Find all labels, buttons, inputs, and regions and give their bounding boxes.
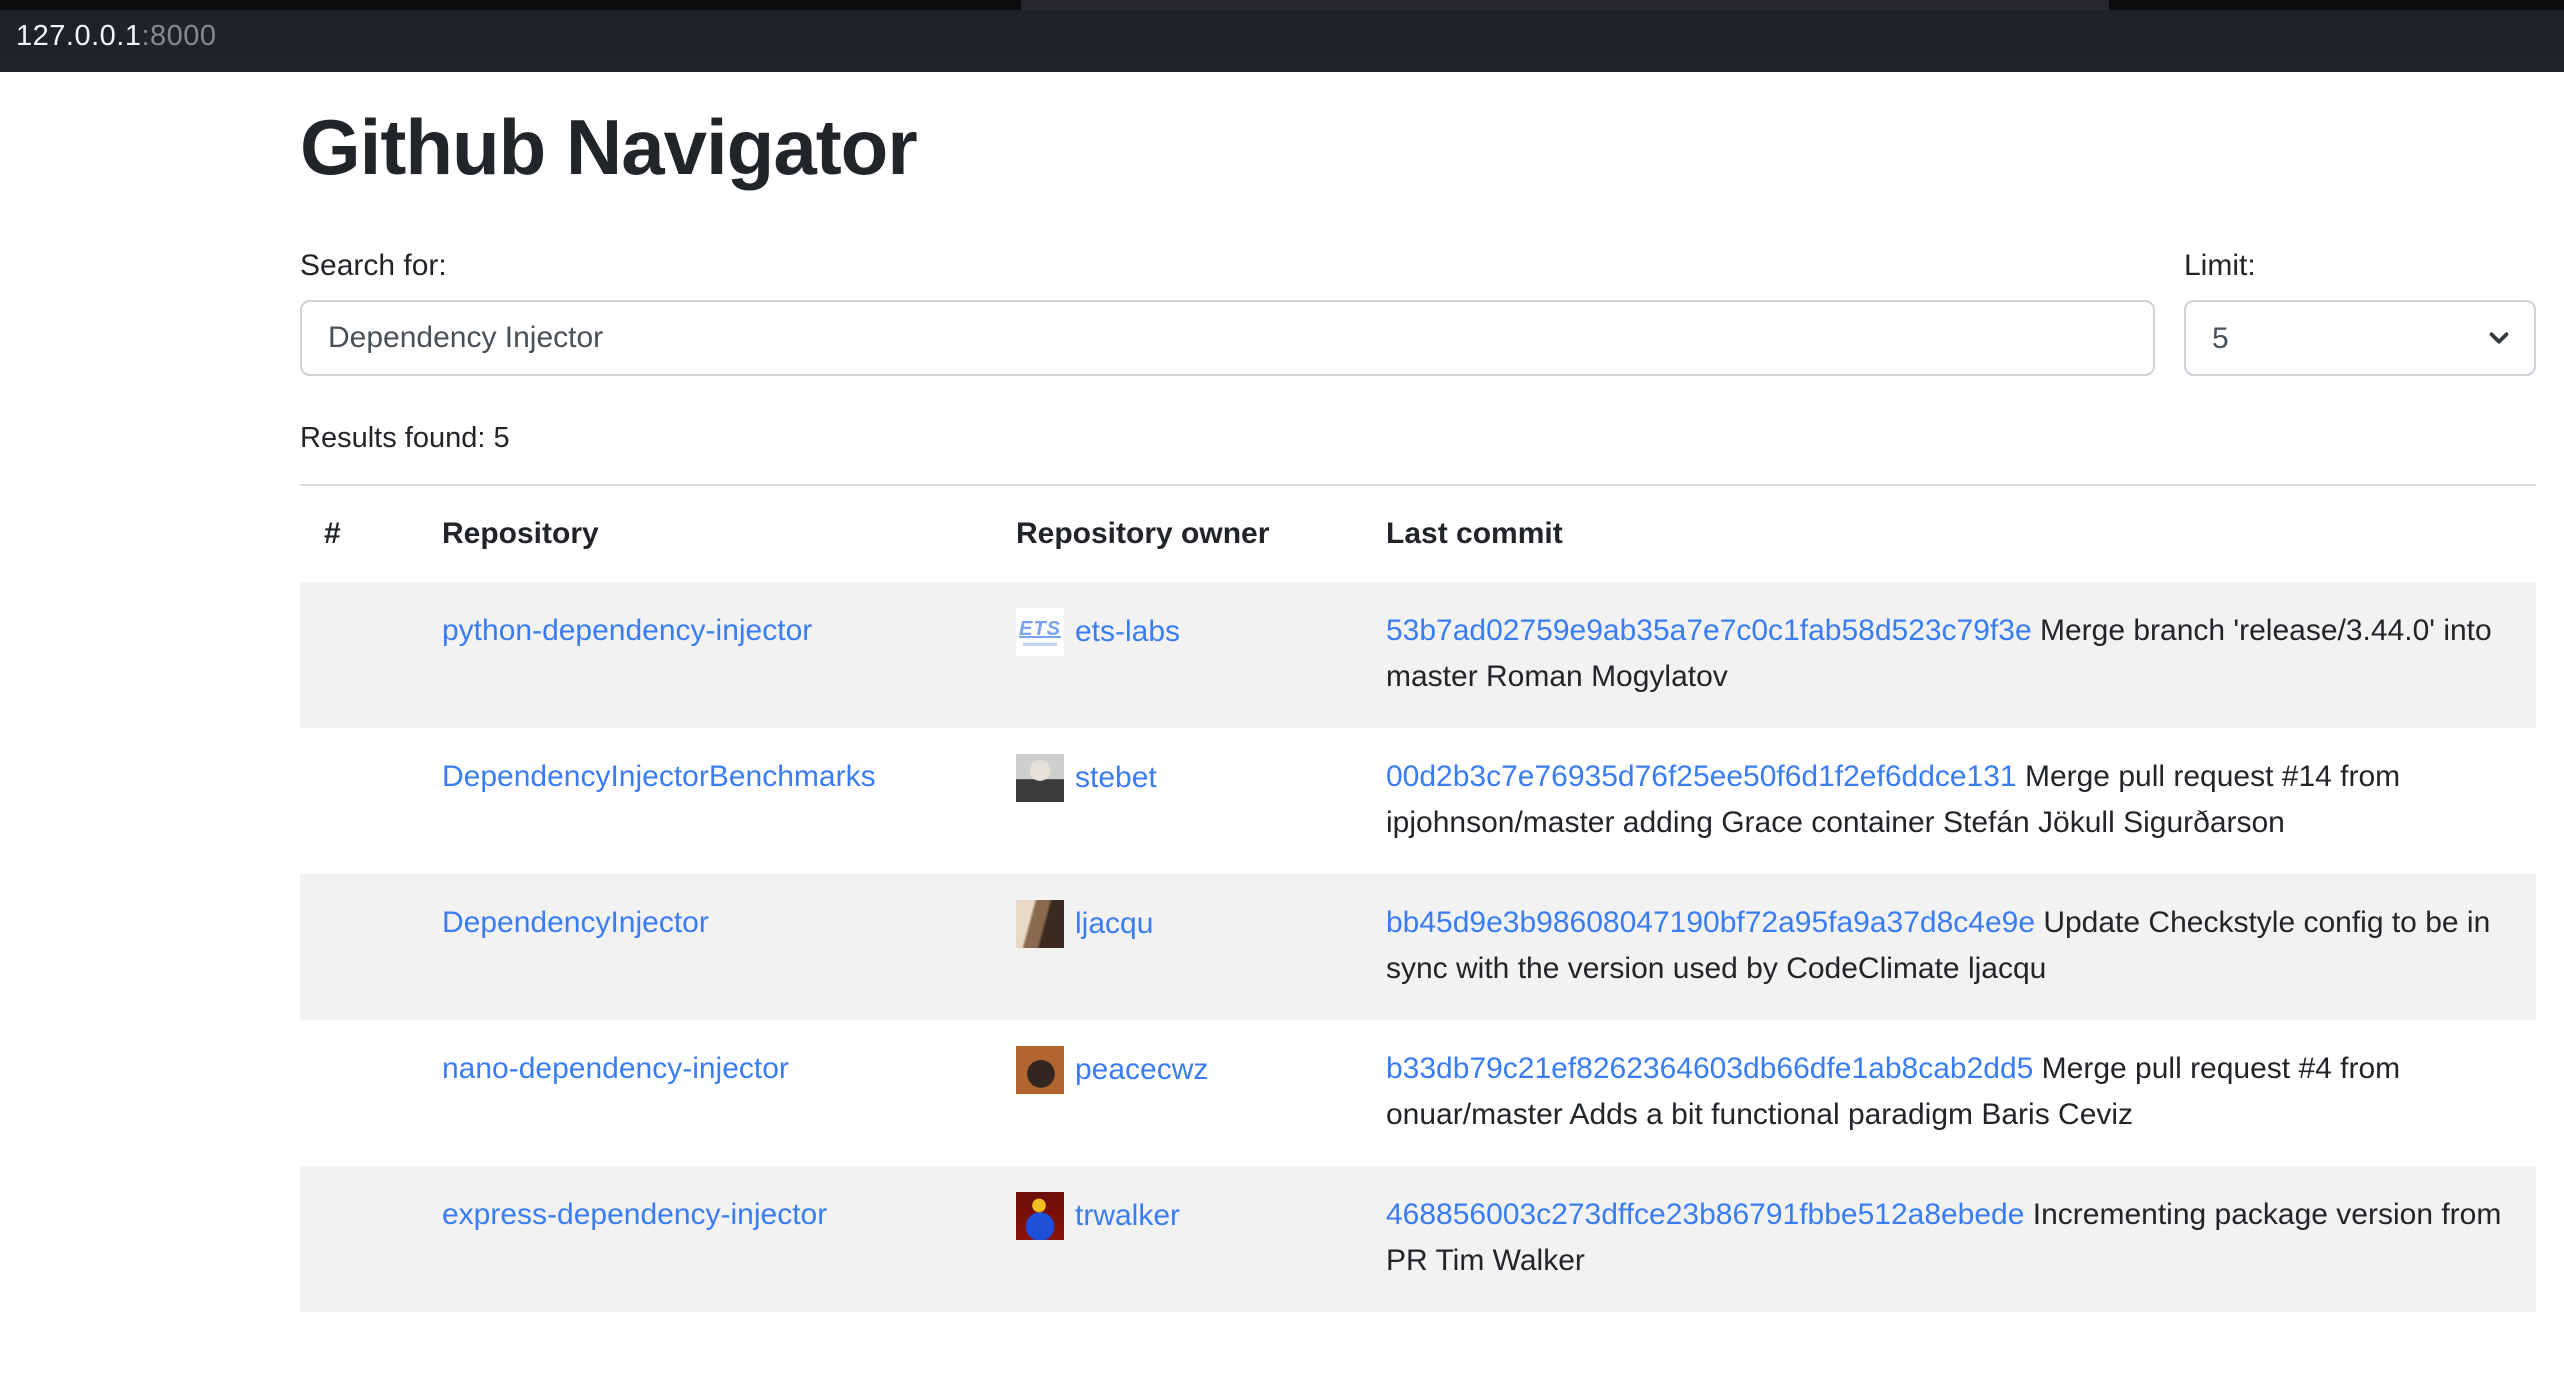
table-row: express-dependency-injector trwalker 46885… [300,1166,2536,1312]
table-row: DependencyInjector ljacqu bb45d9e3b9860804… [300,874,2536,1020]
browser-tab-strip [0,0,2564,10]
browser-chrome: 127.0.0.1:8000 [0,0,2564,72]
repository-cell: python-dependency-injector [418,582,992,728]
owner-avatar [1016,1046,1064,1094]
row-index-cell [300,582,418,728]
results-summary: Results found: 5 [300,420,2536,456]
row-index-cell [300,728,418,874]
commit-hash-link[interactable]: b33db79c21ef8262364603db66dfe1ab8cab2dd5 [1386,1052,2033,1085]
commit-cell: 53b7ad02759e9ab35a7e7c0c1fab58d523c79f3e… [1362,582,2536,728]
repository-cell: DependencyInjectorBenchmarks [418,728,992,874]
page-container: Github Navigator Search for: Limit: 5 Re… [300,100,2536,1312]
page-title: Github Navigator [300,100,2536,194]
col-header-index: # [300,485,418,582]
owner-cell: ljacqu [992,874,1362,1020]
search-group: Search for: [300,248,2155,376]
owner-cell: stebet [992,728,1362,874]
owner-avatar: ETS [1016,608,1064,656]
repository-link[interactable]: DependencyInjectorBenchmarks [442,760,876,793]
owner-avatar [1016,900,1064,948]
row-index-cell [300,1020,418,1166]
limit-group: Limit: 5 [2184,248,2536,376]
repository-link[interactable]: express-dependency-injector [442,1198,827,1231]
commit-cell: 00d2b3c7e76935d76f25ee50f6d1f2ef6ddce131… [1362,728,2536,874]
results-table: # Repository Repository owner Last commi… [300,484,2536,1312]
limit-label: Limit: [2184,248,2536,284]
repository-cell: express-dependency-injector [418,1166,992,1312]
owner-avatar [1016,1192,1064,1240]
repository-cell: DependencyInjector [418,874,992,1020]
table-row: nano-dependency-injector peacecwz b33db79c… [300,1020,2536,1166]
repository-link[interactable]: python-dependency-injector [442,614,812,647]
repository-cell: nano-dependency-injector [418,1020,992,1166]
col-header-commit: Last commit [1362,485,2536,582]
owner-link[interactable]: trwalker [1075,1193,1180,1239]
owner-cell: ETS ets-labs [992,582,1362,728]
browser-url-bar[interactable]: 127.0.0.1:8000 [0,10,2564,62]
owner-link[interactable]: stebet [1075,755,1157,801]
table-row: python-dependency-injector ETS ets-labs 53b… [300,582,2536,728]
url-port: :8000 [141,20,216,53]
search-form: Search for: Limit: 5 [300,248,2536,376]
commit-cell: bb45d9e3b98608047190bf72a95fa9a37d8c4e9e… [1362,874,2536,1020]
browser-active-tab[interactable] [1021,0,2109,10]
owner-link[interactable]: peacecwz [1075,1047,1208,1093]
url-host: 127.0.0.1 [16,20,141,53]
row-index-cell [300,1166,418,1312]
commit-hash-link[interactable]: 468856003c273dffce23b86791fbbe512a8ebede [1386,1198,2024,1231]
row-index-cell [300,874,418,1020]
commit-hash-link[interactable]: 53b7ad02759e9ab35a7e7c0c1fab58d523c79f3e [1386,614,2032,647]
owner-link[interactable]: ljacqu [1075,901,1153,947]
search-label: Search for: [300,248,2155,284]
commit-cell: b33db79c21ef8262364603db66dfe1ab8cab2dd5… [1362,1020,2536,1166]
browser-chrome-divider [0,62,2564,72]
commit-hash-link[interactable]: 00d2b3c7e76935d76f25ee50f6d1f2ef6ddce131 [1386,760,2017,793]
repository-link[interactable]: DependencyInjector [442,906,709,939]
commit-hash-link[interactable]: bb45d9e3b98608047190bf72a95fa9a37d8c4e9e [1386,906,2035,939]
col-header-repository: Repository [418,485,992,582]
repository-link[interactable]: nano-dependency-injector [442,1052,789,1085]
limit-select[interactable]: 5 [2184,300,2536,376]
owner-cell: trwalker [992,1166,1362,1312]
col-header-owner: Repository owner [992,485,1362,582]
owner-avatar [1016,754,1064,802]
table-header-row: # Repository Repository owner Last commi… [300,485,2536,582]
search-input[interactable] [300,300,2155,376]
owner-cell: peacecwz [992,1020,1362,1166]
commit-cell: 468856003c273dffce23b86791fbbe512a8ebede… [1362,1166,2536,1312]
ets-logo-text: ETS [1019,618,1061,640]
table-row: DependencyInjectorBenchmarks stebet 00d2b3… [300,728,2536,874]
owner-link[interactable]: ets-labs [1075,609,1180,655]
